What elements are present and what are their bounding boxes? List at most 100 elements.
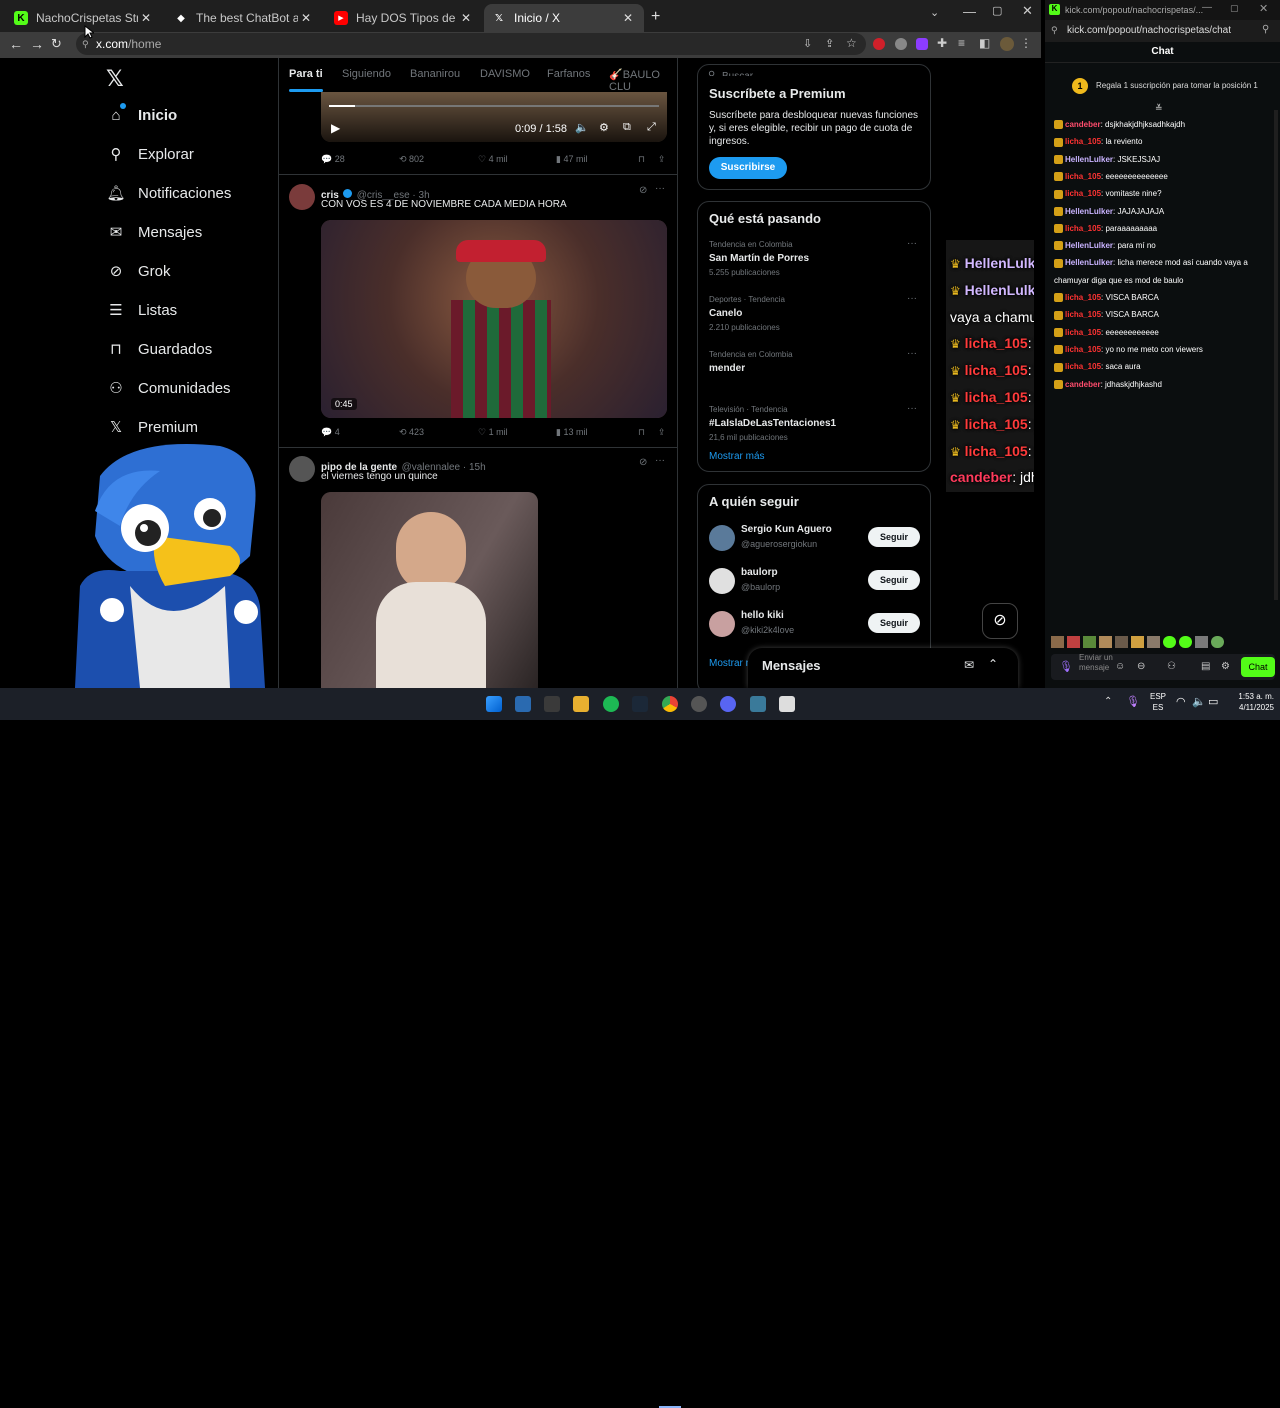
show-more-link[interactable]: Mostrar más — [709, 451, 765, 462]
more-icon[interactable]: ··· — [907, 403, 917, 414]
send-chat-button[interactable]: Chat — [1241, 657, 1275, 677]
emote[interactable] — [1067, 636, 1080, 648]
volume-icon[interactable]: 🔈 — [575, 121, 589, 134]
avatar[interactable] — [709, 525, 735, 551]
menu-icon[interactable]: ⋮ — [1020, 36, 1032, 50]
emote[interactable] — [1163, 636, 1176, 648]
chat-username[interactable]: HellenLulker — [1065, 155, 1113, 164]
avatar[interactable] — [709, 611, 735, 637]
reply-button[interactable]: 💬 4 — [321, 427, 340, 438]
chat-message[interactable]: candeber: dsjkhakjdhjksadhkajdh — [1054, 120, 1185, 130]
avatar[interactable] — [289, 456, 315, 482]
puzzle-icon[interactable]: ✚ — [937, 36, 947, 50]
pinned-gift-banner[interactable]: Regala 1 suscripción para tomar la posic… — [1096, 81, 1258, 90]
minimize-button[interactable]: — — [963, 4, 976, 19]
expand-icon[interactable]: ⌃ — [988, 657, 998, 671]
share-icon[interactable]: ⇪ — [825, 37, 834, 50]
wifi-icon[interactable]: ◠ — [1176, 695, 1186, 708]
address-bar[interactable]: ⚲ x.com/home — [76, 33, 866, 55]
more-icon[interactable]: ··· — [655, 183, 665, 194]
microphone-icon[interactable]: 🎙 — [1126, 695, 1140, 708]
emote[interactable] — [1179, 636, 1192, 648]
emote[interactable] — [1115, 636, 1128, 648]
views-button[interactable]: ▮ 47 mil — [556, 154, 587, 165]
settings-icon[interactable]: ⚙ — [599, 121, 609, 134]
side-panel-icon[interactable]: ◧ — [979, 36, 990, 50]
post-image[interactable] — [321, 492, 538, 688]
obs-icon[interactable] — [691, 696, 707, 712]
maximize-button[interactable]: ▢ — [1230, 3, 1239, 14]
video-progress-bar[interactable] — [329, 105, 659, 107]
photos-icon[interactable] — [515, 696, 531, 712]
back-button[interactable]: ← — [9, 36, 23, 52]
follow-suggestion[interactable]: Sergio Kun Aguero @aguerosergiokun Seguir — [698, 521, 930, 561]
follow-button[interactable]: Seguir — [868, 527, 920, 547]
more-icon[interactable]: ··· — [907, 348, 917, 359]
views-button[interactable]: ▮ 13 mil — [556, 427, 587, 438]
repost-button[interactable]: ⟲ 802 — [399, 154, 424, 165]
file-explorer-icon[interactable] — [573, 696, 589, 712]
more-icon[interactable]: ··· — [907, 293, 917, 304]
emote[interactable] — [1131, 636, 1144, 648]
minimize-button[interactable]: — — [1202, 2, 1212, 13]
chat-username[interactable]: licha_105 — [1065, 362, 1101, 371]
extension-icon[interactable] — [895, 38, 907, 50]
install-icon[interactable]: ⇩ — [803, 37, 812, 50]
feed-tab-siguiendo[interactable]: Siguiendo — [342, 68, 391, 80]
feed-tab-farfanos[interactable]: Farfanos — [547, 68, 590, 80]
follow-name[interactable]: baulorp — [741, 567, 778, 578]
chat-message[interactable]: licha_105: eeeeeeeeeeee — [1054, 328, 1159, 337]
like-button[interactable]: ♡ 1 mil — [478, 427, 508, 438]
new-message-icon[interactable]: ✉ — [964, 658, 974, 672]
video-player[interactable]: ▶ 0:09 / 1:58 🔈 ⚙ ⧉ ⤢ — [321, 92, 667, 142]
follow-name[interactable]: hello kiki — [741, 610, 784, 621]
follow-button[interactable]: Seguir — [868, 570, 920, 590]
spotify-icon[interactable] — [603, 696, 619, 712]
language-indicator[interactable]: ESP ES — [1150, 691, 1166, 713]
grok-icon[interactable]: ⊘ — [639, 185, 647, 196]
chat-username[interactable]: licha_105 — [1065, 328, 1101, 337]
reading-list-icon[interactable]: ≡ — [958, 36, 965, 50]
emote[interactable] — [1099, 636, 1112, 648]
chat-message[interactable]: HellenLulker: JSKEJSJAJ — [1054, 155, 1160, 164]
feed-tab-baulo-club[interactable]: 🎸BAULO CLU — [609, 68, 677, 93]
chat-username[interactable]: licha_105 — [1065, 345, 1101, 354]
clock[interactable]: 1:53 a. m. 4/11/2025 — [1226, 691, 1274, 713]
trend-item[interactable]: Tendencia en Colombia mender ··· — [709, 348, 921, 400]
more-icon[interactable]: ··· — [907, 238, 917, 249]
post-video[interactable]: 0:45 — [321, 220, 667, 418]
chat-username[interactable]: licha_105 — [1065, 293, 1101, 302]
nav-item-listas[interactable]: ☰ Listas — [106, 294, 177, 326]
settings-icon[interactable]: ⚙ — [1221, 661, 1230, 672]
chat-message[interactable]: licha_105: vomitaste nine? — [1054, 189, 1162, 199]
emote[interactable] — [1147, 636, 1160, 648]
chat-message[interactable]: licha_105: VISCA BARCA — [1054, 310, 1159, 320]
tab-x-home[interactable]: 𝕏 Inicio / X ✕ — [484, 4, 644, 32]
nav-item-guardados[interactable]: ⊓ Guardados — [106, 333, 212, 365]
grok-icon[interactable]: ⊘ — [639, 457, 647, 468]
app-icon[interactable] — [544, 696, 560, 712]
follow-button[interactable]: Seguir — [868, 613, 920, 633]
users-icon[interactable]: ⚇ — [1167, 661, 1176, 672]
bookmark-icon[interactable]: ⊓ — [638, 427, 645, 438]
rewards-icon[interactable]: ▤ — [1201, 661, 1210, 672]
bookmark-icon[interactable]: ⊓ — [638, 154, 645, 165]
emote[interactable] — [1211, 636, 1224, 648]
subscribe-button[interactable]: Suscribirse — [709, 157, 787, 179]
discord-icon[interactable] — [720, 696, 736, 712]
start-icon[interactable] — [486, 696, 502, 712]
chat-username[interactable]: candeber — [1065, 380, 1101, 389]
feed-tab-bananirou[interactable]: Bananirou — [410, 68, 460, 80]
messages-drawer[interactable]: Mensajes ✉ ⌃ — [748, 648, 1018, 688]
follow-suggestion[interactable]: baulorp @baulorp Seguir — [698, 564, 930, 604]
repost-button[interactable]: ⟲ 423 — [399, 427, 424, 438]
chat-message[interactable]: candeber: jdhaskjdhjkashd — [1054, 380, 1162, 389]
avatar[interactable] — [289, 184, 315, 210]
app-icon[interactable] — [750, 696, 766, 712]
x-logo-icon[interactable]: 𝕏 — [106, 66, 124, 92]
reload-button[interactable]: ↻ — [51, 36, 62, 52]
emote[interactable] — [1195, 636, 1208, 648]
tab-youtube[interactable]: ▶ Hay DOS Tipos de Personas - ¿C ✕ — [326, 4, 482, 32]
chat-message[interactable]: licha_105: yo no me meto con viewers — [1054, 345, 1203, 355]
more-icon[interactable]: ··· — [655, 455, 665, 466]
